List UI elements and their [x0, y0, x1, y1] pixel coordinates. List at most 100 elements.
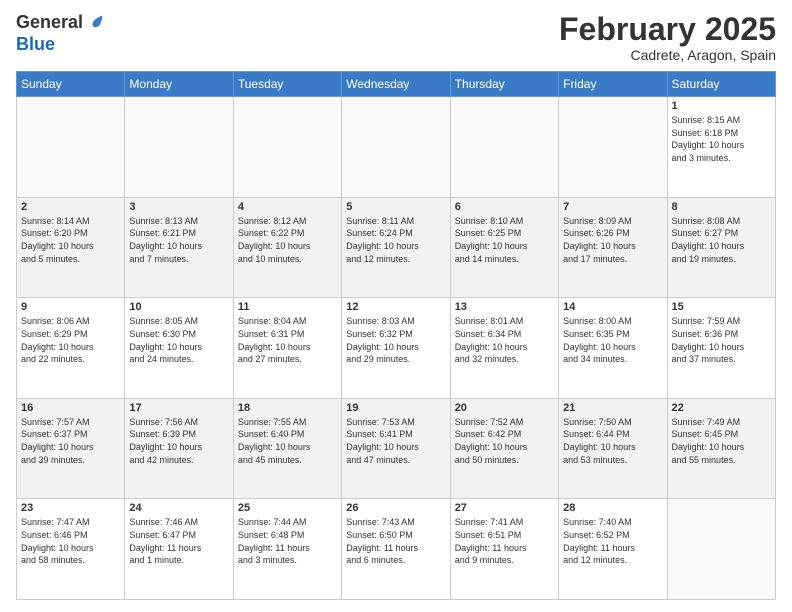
table-row: 8 Sunrise: 8:08 AM Sunset: 6:27 PM Daylig…	[667, 197, 775, 298]
day-info: Sunrise: 7:40 AM Sunset: 6:52 PM Dayligh…	[563, 516, 662, 566]
day-info: Sunrise: 8:00 AM Sunset: 6:35 PM Dayligh…	[563, 315, 662, 365]
table-row	[667, 499, 775, 600]
header: General Blue February 2025 Cadrete, Arag…	[16, 12, 776, 63]
day-info: Sunrise: 7:53 AM Sunset: 6:41 PM Dayligh…	[346, 416, 445, 466]
col-sunday: Sunday	[17, 72, 125, 97]
day-info: Sunrise: 8:06 AM Sunset: 6:29 PM Dayligh…	[21, 315, 120, 365]
day-info: Sunrise: 8:12 AM Sunset: 6:22 PM Dayligh…	[238, 215, 337, 265]
day-info: Sunrise: 7:43 AM Sunset: 6:50 PM Dayligh…	[346, 516, 445, 566]
table-row: 11 Sunrise: 8:04 AM Sunset: 6:31 PM Dayli…	[233, 298, 341, 399]
day-info: Sunrise: 7:44 AM Sunset: 6:48 PM Dayligh…	[238, 516, 337, 566]
table-row: 7Sunrise: 8:09 AM Sunset: 6:26 PM Daylig…	[559, 197, 667, 298]
day-number: 25	[238, 502, 337, 514]
table-row: 17Sunrise: 7:56 AM Sunset: 6:39 PM Dayli…	[125, 398, 233, 499]
table-row: 6 Sunrise: 8:10 AM Sunset: 6:25 PM Daylig…	[450, 197, 558, 298]
day-info: Sunrise: 8:11 AM Sunset: 6:24 PM Dayligh…	[346, 215, 445, 265]
day-number: 4	[238, 201, 337, 213]
day-info: Sunrise: 7:59 AM Sunset: 6:36 PM Dayligh…	[672, 315, 771, 365]
day-number: 24	[129, 502, 228, 514]
day-number: 27	[455, 502, 554, 514]
table-row: 5 Sunrise: 8:11 AM Sunset: 6:24 PM Daylig…	[342, 197, 450, 298]
table-row: 22Sunrise: 7:49 AM Sunset: 6:45 PM Dayli…	[667, 398, 775, 499]
table-row: 18Sunrise: 7:55 AM Sunset: 6:40 PM Dayli…	[233, 398, 341, 499]
day-info: Sunrise: 7:47 AM Sunset: 6:46 PM Dayligh…	[21, 516, 120, 566]
calendar-week-row: 1Sunrise: 8:15 AM Sunset: 6:18 PM Daylig…	[17, 97, 776, 198]
table-row	[450, 97, 558, 198]
day-info: Sunrise: 8:14 AM Sunset: 6:20 PM Dayligh…	[21, 215, 120, 265]
calendar-table: Sunday Monday Tuesday Wednesday Thursday…	[16, 71, 776, 600]
table-row: 15 Sunrise: 7:59 AM Sunset: 6:36 PM Dayli…	[667, 298, 775, 399]
day-number: 16	[21, 402, 120, 414]
day-info: Sunrise: 7:52 AM Sunset: 6:42 PM Dayligh…	[455, 416, 554, 466]
day-number: 18	[238, 402, 337, 414]
col-tuesday: Tuesday	[233, 72, 341, 97]
day-number: 10	[129, 301, 228, 313]
day-number: 26	[346, 502, 445, 514]
day-number: 20	[455, 402, 554, 414]
day-number: 13	[455, 301, 554, 313]
calendar-week-row: 23 Sunrise: 7:47 AM Sunset: 6:46 PM Dayli…	[17, 499, 776, 600]
day-info: Sunrise: 8:08 AM Sunset: 6:27 PM Dayligh…	[672, 215, 771, 265]
table-row	[17, 97, 125, 198]
calendar-week-row: 2 Sunrise: 8:14 AM Sunset: 6:20 PM Daylig…	[17, 197, 776, 298]
day-number: 22	[672, 402, 771, 414]
calendar-week-row: 9 Sunrise: 8:06 AM Sunset: 6:29 PM Daylig…	[17, 298, 776, 399]
table-row	[233, 97, 341, 198]
table-row: 19 Sunrise: 7:53 AM Sunset: 6:41 PM Dayli…	[342, 398, 450, 499]
day-number: 5	[346, 201, 445, 213]
day-number: 23	[21, 502, 120, 514]
day-number: 8	[672, 201, 771, 213]
day-number: 28	[563, 502, 662, 514]
day-number: 12	[346, 301, 445, 313]
day-info: Sunrise: 7:56 AM Sunset: 6:39 PM Dayligh…	[129, 416, 228, 466]
col-thursday: Thursday	[450, 72, 558, 97]
day-info: Sunrise: 8:10 AM Sunset: 6:25 PM Dayligh…	[455, 215, 554, 265]
day-info: Sunrise: 8:03 AM Sunset: 6:32 PM Dayligh…	[346, 315, 445, 365]
table-row: 16 Sunrise: 7:57 AM Sunset: 6:37 PM Dayli…	[17, 398, 125, 499]
table-row: 9 Sunrise: 8:06 AM Sunset: 6:29 PM Daylig…	[17, 298, 125, 399]
calendar-header-row: Sunday Monday Tuesday Wednesday Thursday…	[17, 72, 776, 97]
table-row: 23 Sunrise: 7:47 AM Sunset: 6:46 PM Dayli…	[17, 499, 125, 600]
table-row: 21 Sunrise: 7:50 AM Sunset: 6:44 PM Dayli…	[559, 398, 667, 499]
day-info: Sunrise: 7:46 AM Sunset: 6:47 PM Dayligh…	[129, 516, 228, 566]
table-row: 26 Sunrise: 7:43 AM Sunset: 6:50 PM Dayli…	[342, 499, 450, 600]
table-row: 25 Sunrise: 7:44 AM Sunset: 6:48 PM Dayli…	[233, 499, 341, 600]
logo-blue: Blue	[16, 34, 55, 54]
table-row: 12 Sunrise: 8:03 AM Sunset: 6:32 PM Dayli…	[342, 298, 450, 399]
day-info: Sunrise: 8:05 AM Sunset: 6:30 PM Dayligh…	[129, 315, 228, 365]
table-row: 14 Sunrise: 8:00 AM Sunset: 6:35 PM Dayli…	[559, 298, 667, 399]
day-number: 9	[21, 301, 120, 313]
day-number: 2	[21, 201, 120, 213]
day-info: Sunrise: 8:04 AM Sunset: 6:31 PM Dayligh…	[238, 315, 337, 365]
day-number: 3	[129, 201, 228, 213]
day-number: 15	[672, 301, 771, 313]
logo-bird-icon	[85, 13, 105, 33]
day-info: Sunrise: 8:13 AM Sunset: 6:21 PM Dayligh…	[129, 215, 228, 265]
col-saturday: Saturday	[667, 72, 775, 97]
day-number: 14	[563, 301, 662, 313]
day-number: 19	[346, 402, 445, 414]
table-row: 4 Sunrise: 8:12 AM Sunset: 6:22 PM Daylig…	[233, 197, 341, 298]
day-info: Sunrise: 8:09 AM Sunset: 6:26 PM Dayligh…	[563, 215, 662, 265]
page: General Blue February 2025 Cadrete, Arag…	[0, 0, 792, 612]
calendar-week-row: 16 Sunrise: 7:57 AM Sunset: 6:37 PM Dayli…	[17, 398, 776, 499]
day-info: Sunrise: 8:15 AM Sunset: 6:18 PM Dayligh…	[672, 114, 771, 164]
table-row: 20 Sunrise: 7:52 AM Sunset: 6:42 PM Dayli…	[450, 398, 558, 499]
title-block: February 2025 Cadrete, Aragon, Spain	[559, 12, 776, 63]
day-number: 21	[563, 402, 662, 414]
calendar-subtitle: Cadrete, Aragon, Spain	[559, 47, 776, 63]
table-row: 27Sunrise: 7:41 AM Sunset: 6:51 PM Dayli…	[450, 499, 558, 600]
table-row: 10 Sunrise: 8:05 AM Sunset: 6:30 PM Dayli…	[125, 298, 233, 399]
table-row: 24 Sunrise: 7:46 AM Sunset: 6:47 PM Dayli…	[125, 499, 233, 600]
col-wednesday: Wednesday	[342, 72, 450, 97]
table-row: 1Sunrise: 8:15 AM Sunset: 6:18 PM Daylig…	[667, 97, 775, 198]
day-number: 11	[238, 301, 337, 313]
table-row	[125, 97, 233, 198]
day-info: Sunrise: 8:01 AM Sunset: 6:34 PM Dayligh…	[455, 315, 554, 365]
col-monday: Monday	[125, 72, 233, 97]
table-row: 3 Sunrise: 8:13 AM Sunset: 6:21 PM Daylig…	[125, 197, 233, 298]
day-number: 6	[455, 201, 554, 213]
table-row: 13 Sunrise: 8:01 AM Sunset: 6:34 PM Dayli…	[450, 298, 558, 399]
day-info: Sunrise: 7:50 AM Sunset: 6:44 PM Dayligh…	[563, 416, 662, 466]
day-info: Sunrise: 7:57 AM Sunset: 6:37 PM Dayligh…	[21, 416, 120, 466]
